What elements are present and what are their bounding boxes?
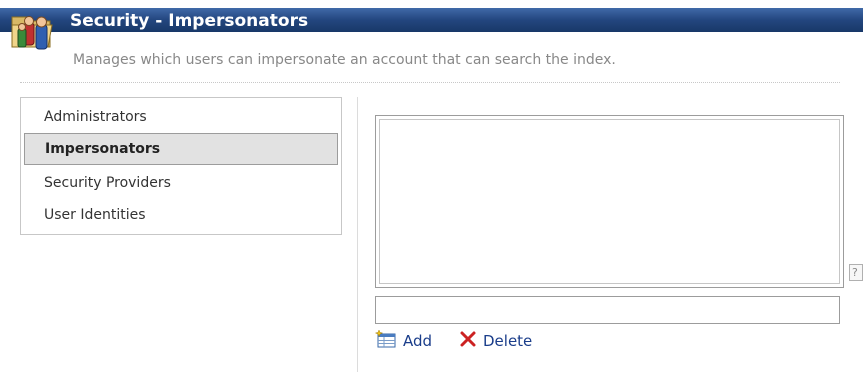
impersonators-listbox-content[interactable] [379, 119, 840, 284]
security-nav: Administrators Impersonators Security Pr… [20, 97, 342, 235]
security-impersonators-page: Security - Impersonators Manages which u… [0, 0, 863, 372]
sidebar-item-security-providers[interactable]: Security Providers [21, 167, 341, 199]
delete-x-icon [459, 330, 477, 352]
page-title: Security - Impersonators [70, 11, 309, 31]
impersonators-listbox[interactable] [375, 115, 844, 288]
security-folder-icon [10, 9, 62, 51]
header-divider [20, 82, 840, 83]
page-subtitle: Manages which users can impersonate an a… [73, 52, 616, 68]
add-button[interactable]: Add [374, 329, 433, 352]
delete-button[interactable]: Delete [459, 330, 532, 352]
vertical-divider [357, 97, 358, 372]
sidebar-item-administrators[interactable]: Administrators [21, 101, 341, 133]
sidebar-item-impersonators[interactable]: Impersonators [24, 133, 338, 165]
add-button-label: Add [403, 332, 433, 350]
help-icon[interactable]: ? [849, 264, 863, 281]
delete-button-label: Delete [483, 332, 533, 350]
sidebar-item-user-identities[interactable]: User Identities [21, 199, 341, 231]
add-table-icon [374, 329, 397, 352]
impersonator-input[interactable] [375, 296, 840, 324]
